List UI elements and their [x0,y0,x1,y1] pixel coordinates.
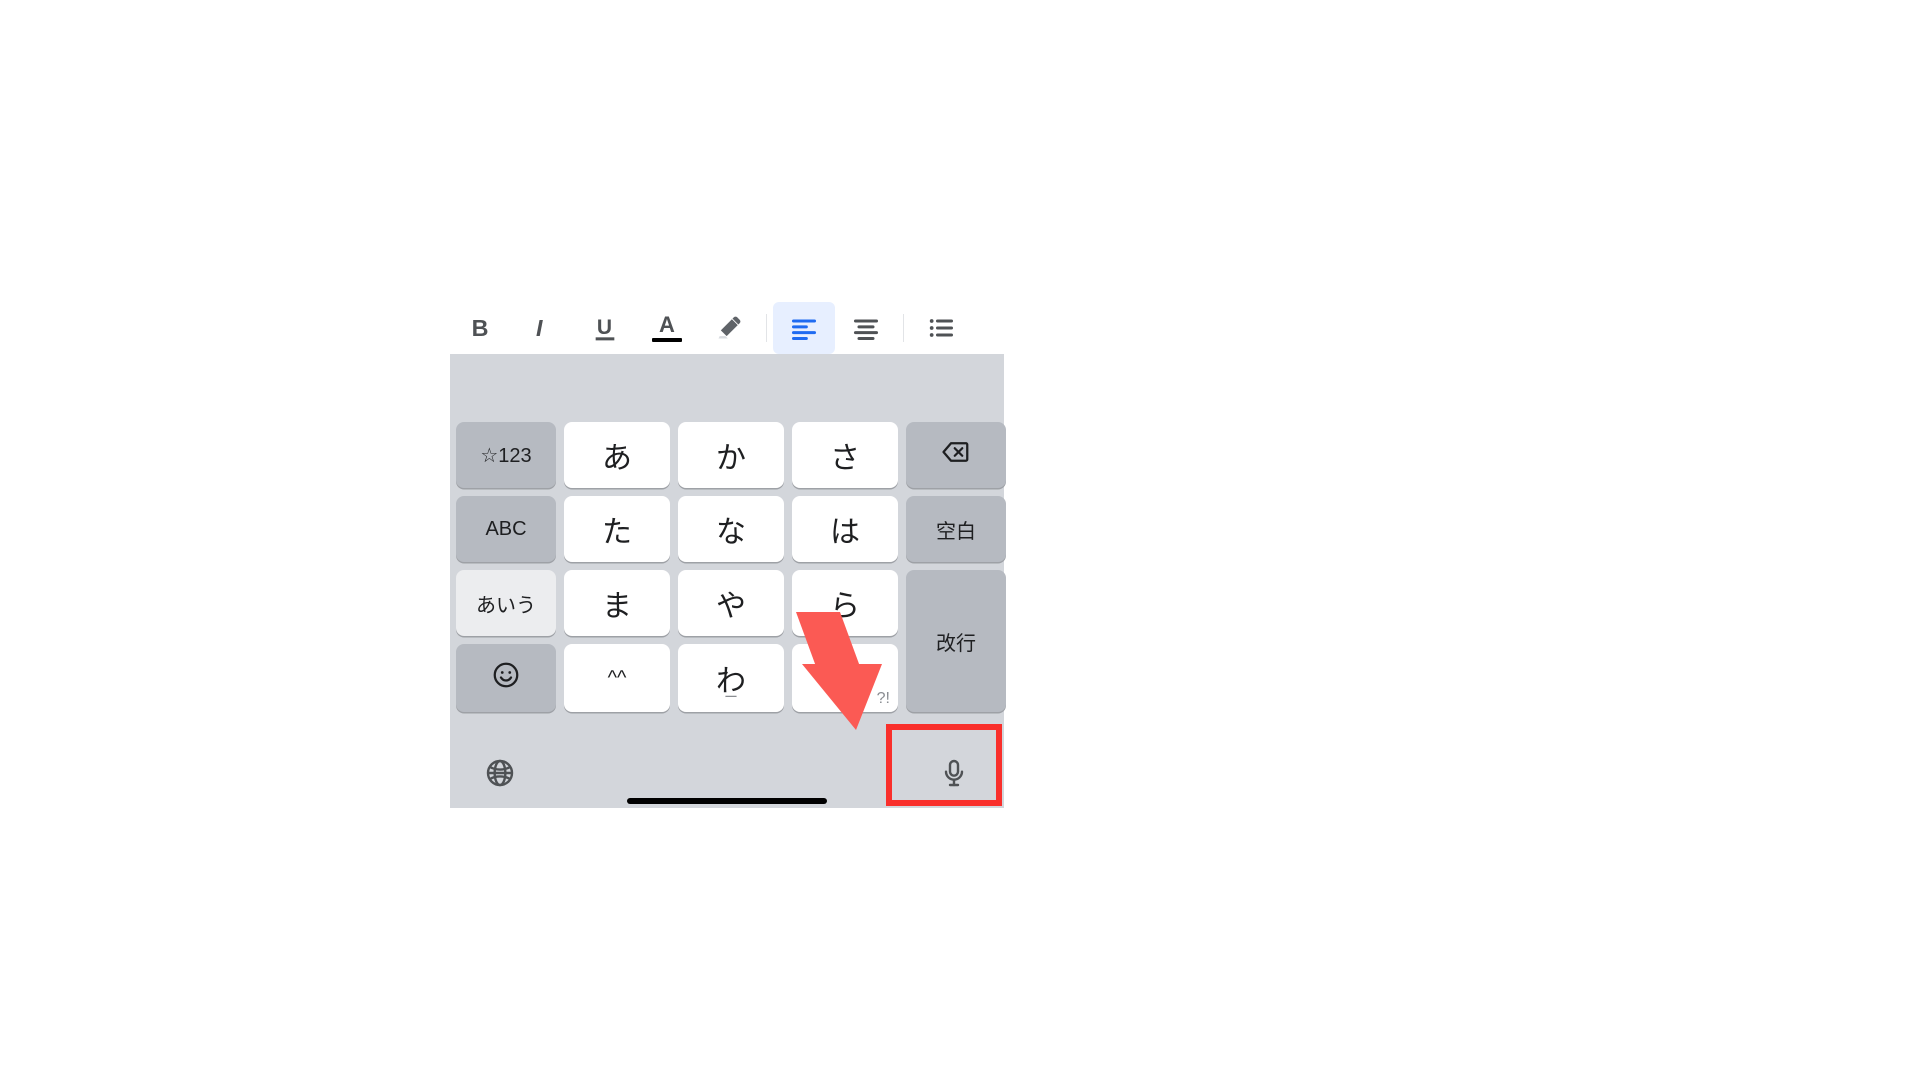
underline-button[interactable]: U [574,302,636,354]
key-ya[interactable]: や [678,570,784,636]
key-ta[interactable]: た [564,496,670,562]
align-left-button[interactable] [773,302,835,354]
globe-icon [484,757,516,789]
key-wa-sub: ー [678,687,784,707]
svg-text:I: I [536,315,543,341]
key-punct[interactable]: 、 ?! [792,644,898,712]
svg-text:U: U [597,316,612,339]
key-a[interactable]: あ [564,422,670,488]
key-wa[interactable]: わ ー [678,644,784,712]
text-color-button[interactable]: A [636,302,698,354]
key-abc[interactable]: ABC [456,496,556,562]
key-ha[interactable]: は [792,496,898,562]
key-delete[interactable] [906,422,1006,488]
bold-button[interactable]: B [450,302,512,354]
toolbar-separator [766,314,767,342]
key-emoji[interactable] [456,644,556,712]
emoji-icon [491,660,521,696]
microphone-button[interactable] [938,757,970,789]
delete-icon [941,437,971,473]
key-ma[interactable]: ま [564,570,670,636]
keyboard-keys: ☆123 あ か さ ABC た な は 空白 あいう ま [456,422,998,712]
key-space[interactable]: 空白 [906,496,1006,562]
key-return[interactable]: 改行 [906,570,1006,712]
key-ka[interactable]: か [678,422,784,488]
bold-icon: B [467,314,495,342]
key-ra[interactable]: ら [792,570,898,636]
key-na[interactable]: な [678,496,784,562]
key-punct-label: 、 [830,656,860,700]
key-kana-mode[interactable]: あいう [456,570,556,636]
bullet-list-button[interactable] [910,302,972,354]
microphone-icon [938,757,970,789]
text-color-bar [652,338,682,342]
key-symbols-123[interactable]: ☆123 [456,422,556,488]
key-kaomoji[interactable]: ^^ [564,644,670,712]
svg-text:B: B [472,315,489,341]
toolbar-separator [903,314,904,342]
text-color-letter: A [659,314,675,336]
home-indicator [627,798,827,804]
key-sa[interactable]: さ [792,422,898,488]
italic-button[interactable]: I [512,302,574,354]
align-center-icon [852,314,880,342]
globe-button[interactable] [484,757,516,789]
align-left-icon [790,314,818,342]
bullet-list-icon [927,314,955,342]
keyboard-panel: ☆123 あ か さ ABC た な は 空白 あいう ま [450,354,1004,808]
key-punct-corner: ?! [877,690,890,708]
highlighter-icon [715,314,743,342]
highlight-button[interactable] [698,302,760,354]
italic-icon: I [529,314,557,342]
align-center-button[interactable] [835,302,897,354]
format-toolbar: B I U A [450,302,1004,354]
underline-icon: U [591,314,619,342]
